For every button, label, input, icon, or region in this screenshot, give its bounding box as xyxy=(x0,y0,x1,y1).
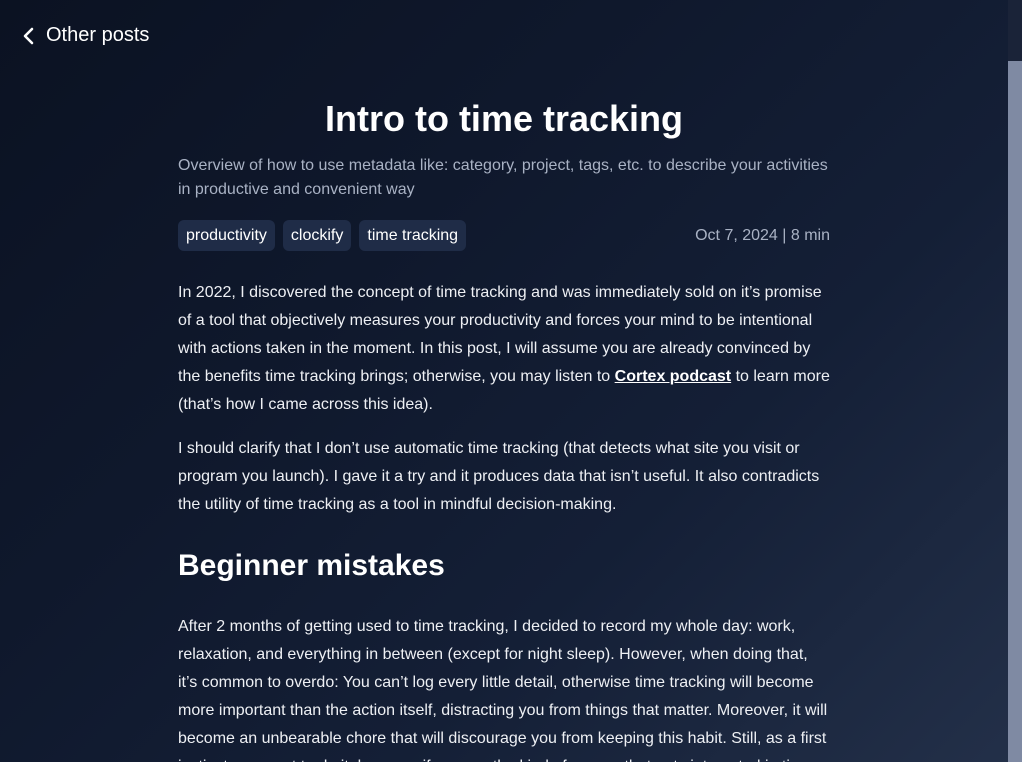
chevron-left-icon xyxy=(22,26,36,46)
post-meta-row: productivity clockify time tracking Oct … xyxy=(178,220,830,251)
paragraph-automatic-tracking: I should clarify that I don’t use automa… xyxy=(178,440,820,513)
paragraph-intro: In 2022, I discovered the concept of tim… xyxy=(178,279,830,419)
tag-clockify[interactable]: clockify xyxy=(282,220,352,251)
post-article: Intro to time tracking Overview of how t… xyxy=(178,96,830,762)
back-link-other-posts[interactable]: Other posts xyxy=(22,24,149,47)
post-title: Intro to time tracking xyxy=(324,98,684,139)
back-link-label: Other posts xyxy=(46,24,150,46)
cortex-podcast-link[interactable]: Cortex podcast xyxy=(615,368,731,385)
tag-productivity[interactable]: productivity xyxy=(178,220,275,251)
tag-time-tracking[interactable]: time tracking xyxy=(359,220,467,251)
post-date-readtime: Oct 7, 2024 | 8 min xyxy=(695,226,830,244)
tag-list: productivity clockify time tracking xyxy=(178,220,467,251)
section-heading-beginner-mistakes: Beginner mistakes xyxy=(178,549,445,582)
paragraph-beginner-mistakes: After 2 months of getting used to time t… xyxy=(178,618,828,762)
post-subtitle: Overview of how to use metadata like: ca… xyxy=(178,157,828,198)
scrollbar-track[interactable] xyxy=(1008,0,1022,762)
scrollbar-thumb[interactable] xyxy=(1008,61,1022,762)
